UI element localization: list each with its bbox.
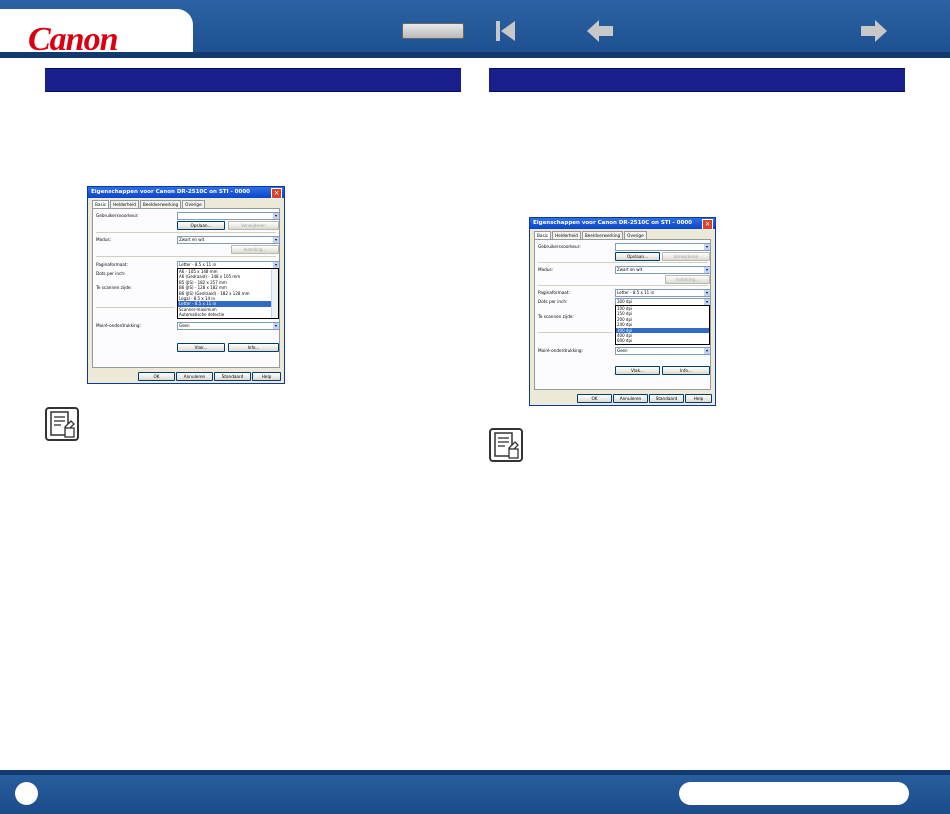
arrow-left-icon[interactable] <box>586 19 614 43</box>
page-size-label: Paginaformaat: <box>96 262 128 267</box>
mode-label: Modus: <box>96 237 112 242</box>
separator <box>96 256 276 257</box>
skip-to-first-icon[interactable] <box>495 19 517 43</box>
memo-note-icon <box>489 428 523 462</box>
cancel-button[interactable]: Annuleren <box>613 394 648 403</box>
ok-button[interactable]: OK <box>138 372 175 381</box>
page-size-select[interactable]: Letter - 8.5 x 11 in ▾ <box>615 289 711 297</box>
tab-overige[interactable]: Overige <box>182 200 205 208</box>
tab-helderheid[interactable]: Helderheid <box>552 231 581 239</box>
separator <box>96 232 276 233</box>
home-button[interactable] <box>402 23 464 39</box>
separator <box>538 262 708 263</box>
default-button[interactable]: Standaard <box>214 372 251 381</box>
dialog-title: Eigenschappen voor Canon DR-2510C on STI… <box>88 187 284 198</box>
help-button[interactable]: Help <box>685 394 712 403</box>
tab-overige[interactable]: Overige <box>624 231 647 239</box>
chevron-down-icon: ▾ <box>273 237 279 243</box>
scrollbar[interactable] <box>271 269 278 318</box>
right-dialog-screenshot: Eigenschappen voor Canon DR-2510C on STI… <box>529 217 716 406</box>
user-pref-label: Gebruikersvoorkeur: <box>96 213 139 218</box>
section-bar-right <box>489 68 905 92</box>
footer-pill[interactable] <box>679 782 909 805</box>
settings-button[interactable]: Instelling... <box>231 245 279 254</box>
dpi-label: Dots per inch: <box>538 299 568 304</box>
cancel-button[interactable]: Annuleren <box>176 372 213 381</box>
info-button[interactable]: Info... <box>228 343 279 352</box>
help-button[interactable]: Help <box>252 372 281 381</box>
chevron-down-icon: ▾ <box>704 290 710 296</box>
separator <box>96 307 174 308</box>
delete-button[interactable]: Verwijderen <box>662 252 710 261</box>
scan-side-label: Te scannen zijde: <box>538 314 574 319</box>
mode-label: Modus: <box>538 267 554 272</box>
chevron-down-icon: ▾ <box>704 244 710 250</box>
footer-strip <box>0 770 950 775</box>
info-button[interactable]: Info... <box>662 366 710 375</box>
tab-panel: Gebruikersvoorkeur: ▾ Opslaan... Verwijd… <box>92 208 280 368</box>
dpi-label: Dots per inch: <box>96 271 126 276</box>
mode-select[interactable]: Zwart en wit ▾ <box>615 266 711 274</box>
tab-beeldverwerking[interactable]: Beeldverwerking <box>139 200 182 208</box>
chevron-down-icon: ▾ <box>704 348 710 354</box>
header-strip <box>0 52 950 58</box>
settings-button[interactable]: Instelling... <box>665 275 710 284</box>
chevron-down-icon: ▾ <box>273 213 279 219</box>
tab-helderheid[interactable]: Helderheid <box>110 200 139 208</box>
dialog-footer: OK Annuleren Standaard Help <box>530 394 715 403</box>
mode-select[interactable]: Zwart en wit ▾ <box>177 236 280 244</box>
scan-side-label: Te scannen zijde: <box>96 285 132 290</box>
user-pref-select[interactable]: ▾ <box>177 212 280 220</box>
dialog-footer: OK Annuleren Standaard Help <box>88 372 284 381</box>
page-size-label: Paginaformaat: <box>538 290 570 295</box>
moire-label: Moiré-onderdrukking: <box>96 323 142 328</box>
separator <box>538 285 708 286</box>
separator <box>538 332 612 333</box>
close-icon[interactable]: × <box>702 219 713 230</box>
page-number-badge <box>15 782 38 805</box>
moire-select[interactable]: Geen ▾ <box>177 322 280 330</box>
area-button[interactable]: Vlak... <box>615 366 660 375</box>
dropdown-option[interactable]: Automatische detectie <box>178 312 278 317</box>
dropdown-option[interactable]: 600 dpi <box>616 338 709 343</box>
bottom-bar <box>0 770 950 814</box>
save-button[interactable]: Opslaan... <box>177 221 225 230</box>
delete-button[interactable]: Verwijderen <box>228 221 279 230</box>
left-dialog-screenshot: Eigenschappen voor Canon DR-2510C on STI… <box>87 186 285 384</box>
logo-tab: Canon <box>0 9 193 58</box>
tab-beeldverwerking[interactable]: Beeldverwerking <box>581 231 624 239</box>
moire-select[interactable]: Geen ▾ <box>615 347 711 355</box>
chevron-down-icon: ▾ <box>704 267 710 273</box>
memo-note-icon <box>45 407 79 441</box>
default-button[interactable]: Standaard <box>649 394 684 403</box>
dialog-title: Eigenschappen voor Canon DR-2510C on STI… <box>530 218 715 229</box>
top-navigation-bar: Canon <box>0 0 950 58</box>
user-pref-select[interactable]: ▾ <box>615 243 711 251</box>
user-pref-label: Gebruikersvoorkeur: <box>538 244 581 249</box>
page-size-dropdown-list[interactable]: A6 - 105 x 148 mm A6 (Gedraaid) - 148 x 1… <box>177 268 279 319</box>
chevron-down-icon: ▾ <box>273 323 279 329</box>
close-icon[interactable]: × <box>271 188 282 199</box>
ok-button[interactable]: OK <box>577 394 612 403</box>
area-button[interactable]: Vlak... <box>177 343 225 352</box>
section-bar-left <box>45 68 461 92</box>
tab-panel: Gebruikersvoorkeur: ▾ Opslaan... Verwijd… <box>534 239 711 390</box>
save-button[interactable]: Opslaan... <box>615 252 660 261</box>
arrow-right-icon[interactable] <box>860 19 888 43</box>
dpi-dropdown-list[interactable]: 100 dpi 150 dpi 200 dpi 240 dpi 300 dpi 400 d… <box>615 305 710 345</box>
moire-label: Moiré-onderdrukking: <box>538 348 584 353</box>
